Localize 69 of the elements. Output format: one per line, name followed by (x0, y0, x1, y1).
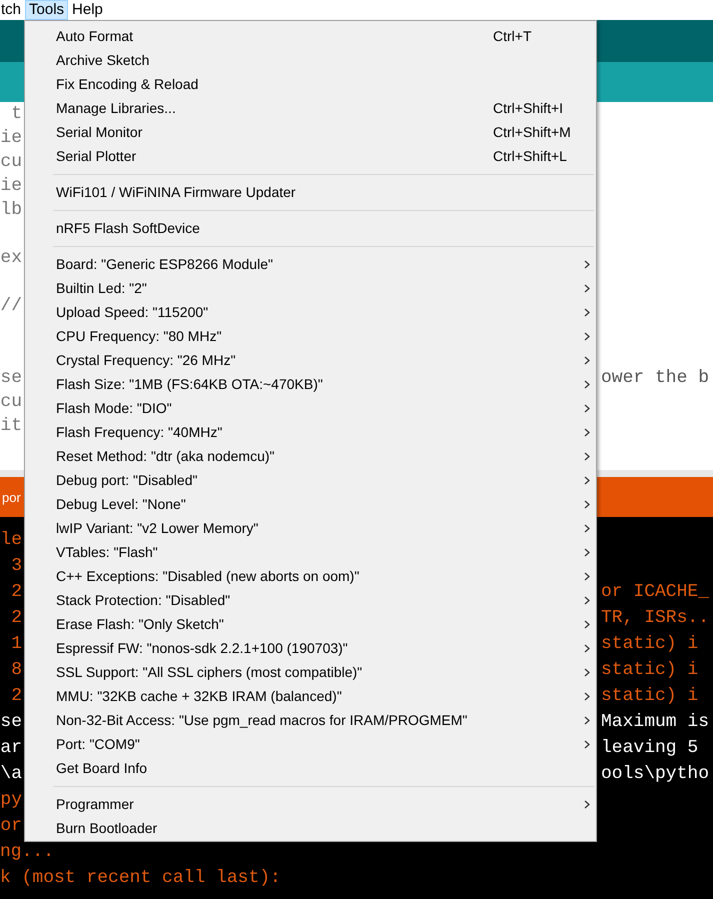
menubar-item[interactable]: Help (68, 0, 107, 20)
menu-item[interactable]: Manage Libraries... Ctrl+Shift+I (25, 96, 596, 120)
code-text: ower the b (601, 367, 710, 390)
console-text: Maximum is (601, 711, 710, 734)
menu-item[interactable]: Builtin Led: "2" (25, 276, 596, 300)
console-text: 3 (11, 555, 22, 578)
console-text: ng... (0, 841, 54, 864)
code-text: // (0, 295, 22, 318)
console-text: static) i (601, 659, 698, 682)
console-text: \a (0, 763, 22, 786)
console-text: static) i (601, 685, 698, 708)
menu-item[interactable]: VTables: "Flash" (25, 540, 596, 564)
menu-item[interactable]: nRF5 Flash SoftDevice (25, 216, 596, 240)
menu-item[interactable]: Port: "COM9" (25, 732, 596, 756)
console-text: or (0, 815, 22, 838)
code-text: ex (0, 247, 22, 270)
menu-item[interactable]: Flash Frequency: "40MHz" (25, 420, 596, 444)
console-text: py (0, 789, 22, 812)
menu-item[interactable]: Get Board Info (25, 756, 596, 780)
menubar-item[interactable]: tch (0, 0, 26, 20)
code-text: lb (0, 199, 22, 222)
menu-item[interactable]: Board: "Generic ESP8266 Module" (25, 252, 596, 276)
menubar-item[interactable]: Tools (25, 0, 68, 20)
menu-item[interactable]: Programmer (25, 792, 596, 816)
menu-item[interactable]: Archive Sketch (25, 48, 596, 72)
console-text: leaving 5 (601, 737, 698, 760)
menu-item[interactable]: C++ Exceptions: "Disabled (new aborts on oom)" (25, 564, 596, 588)
console-text: k (most recent call last): (0, 867, 281, 890)
code-text: ie (0, 175, 22, 198)
code-text: it (0, 415, 22, 438)
menu-item[interactable]: Reset Method: "dtr (aka nodemcu)" (25, 444, 596, 468)
console-text: 1 (11, 633, 22, 656)
menu-item[interactable]: Upload Speed: "115200" (25, 300, 596, 324)
menu-item[interactable]: SSL Support: "All SSL ciphers (most compatible)" (25, 660, 596, 684)
console-text: le (0, 529, 22, 552)
console-text: 2 (11, 607, 22, 630)
menu-item[interactable]: Serial Plotter Ctrl+Shift+L (25, 144, 596, 168)
menu-item[interactable]: Erase Flash: "Only Sketch" (25, 612, 596, 636)
menu-item[interactable]: Crystal Frequency: "26 MHz" (25, 348, 596, 372)
menu-item[interactable]: WiFi101 / WiFiNINA Firmware Updater (25, 180, 596, 204)
code-text: t (11, 103, 22, 126)
menu-item[interactable]: MMU: "32KB cache + 32KB IRAM (balanced)" (25, 684, 596, 708)
console-text: ools\pytho (601, 763, 710, 786)
menu-item[interactable]: Fix Encoding & Reload (25, 72, 596, 96)
menu-item[interactable]: Burn Bootloader (25, 816, 596, 840)
menu-item[interactable]: Espressif FW: "nonos-sdk 2.2.1+100 (190703)" (25, 636, 596, 660)
console-text: 8 (11, 659, 22, 682)
console-text: 2 (11, 581, 22, 604)
menu-item[interactable]: Auto Format Ctrl+T (25, 24, 596, 48)
menu-item[interactable]: lwIP Variant: "v2 Lower Memory" (25, 516, 596, 540)
menu-item[interactable]: Non-32-Bit Access: "Use pgm_read macros for IRAM/PROGMEM" (25, 708, 596, 732)
menu-item[interactable]: Flash Size: "1MB (FS:64KB OTA:~470KB)" (25, 372, 596, 396)
code-text: cu (0, 151, 22, 174)
console-text: or ICACHE_ (601, 581, 710, 604)
menu-item[interactable]: CPU Frequency: "80 MHz" (25, 324, 596, 348)
menu-item[interactable]: Serial Monitor Ctrl+Shift+M (25, 120, 596, 144)
console-text: se (0, 711, 22, 734)
code-text: cu (0, 391, 22, 414)
menu-item[interactable]: Flash Mode: "DIO" (25, 396, 596, 420)
menu-item[interactable]: Stack Protection: "Disabled" (25, 588, 596, 612)
console-text: static) i (601, 633, 698, 656)
code-text: se (0, 367, 22, 390)
console-text: 2 (11, 685, 22, 708)
menu-item[interactable]: Debug port: "Disabled" (25, 468, 596, 492)
code-text: ie (0, 127, 22, 150)
menu-item[interactable]: Debug Level: "None" (25, 492, 596, 516)
console-text: TR, ISRs.. (601, 607, 710, 630)
console-text: ar (0, 737, 22, 760)
status-text: por (2, 490, 21, 504)
